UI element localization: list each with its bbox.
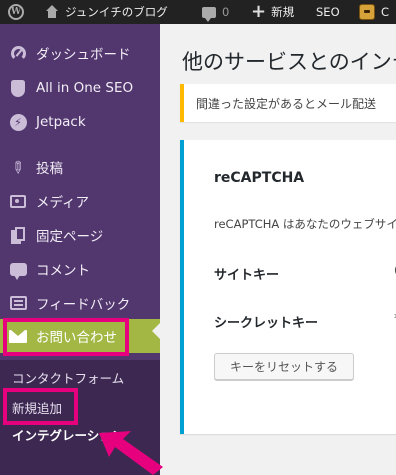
- menu-dashboard-label: ダッシュボード: [36, 47, 131, 63]
- menu-pages[interactable]: 固定ページ: [0, 218, 160, 252]
- pages-icon: [11, 226, 25, 244]
- pin-icon: ✎: [6, 155, 30, 179]
- recaptcha-card: reCAPTCHA reCAPTCHA はあなたのウェブサイトをスパムから守りま…: [180, 140, 396, 434]
- recaptcha-title: reCAPTCHA: [214, 170, 305, 186]
- mail-icon: [9, 329, 27, 343]
- menu-jetpack[interactable]: ⚡ Jetpack: [0, 105, 160, 139]
- new-content-link[interactable]: + 新規: [251, 0, 294, 24]
- submenu-contact-forms[interactable]: コンタクトフォーム: [12, 368, 124, 387]
- menu-feedback-label: フィードバック: [36, 297, 131, 313]
- user-avatar-icon: [359, 4, 375, 20]
- menu-feedback[interactable]: フィードバック: [0, 286, 160, 320]
- menu-jetpack-label: Jetpack: [36, 114, 86, 130]
- comment-icon: [202, 6, 216, 22]
- wordpress-icon: W: [8, 4, 24, 20]
- jetpack-icon: ⚡: [9, 113, 27, 131]
- menu-contact-label: お問い合わせ: [36, 330, 117, 346]
- media-icon: [10, 194, 26, 208]
- home-icon: [45, 5, 59, 19]
- site-key-label: サイトキー: [214, 268, 280, 283]
- menu-dashboard[interactable]: ダッシュボード: [0, 36, 160, 70]
- menu-posts-label: 投稿: [36, 161, 63, 177]
- new-label: 新規: [271, 5, 295, 19]
- menu-pages-label: 固定ページ: [36, 229, 104, 245]
- menu-comments[interactable]: コメント: [0, 252, 160, 286]
- reset-keys-button[interactable]: キーをリセットする: [214, 353, 354, 380]
- menu-contact[interactable]: お問い合わせ: [0, 319, 160, 353]
- notice-text: 間違った設定があるとメール配送: [196, 97, 377, 111]
- submenu-add-new[interactable]: 新規追加: [12, 398, 62, 417]
- recaptcha-description: reCAPTCHA はあなたのウェブサイトをスパムから守ります: [214, 217, 396, 231]
- site-name: ジュンイチのブログ: [65, 5, 168, 19]
- secret-key-label: シークレットキー: [214, 316, 319, 331]
- menu-seo-label: All in One SEO: [36, 80, 134, 96]
- gauge-icon: [10, 45, 27, 62]
- shield-icon: [11, 79, 25, 97]
- seo-link[interactable]: SEO: [316, 0, 340, 24]
- site-name-link[interactable]: ジュンイチのブログ: [45, 0, 168, 24]
- main-content: 他のサービスとのインテグレーション 間違った設定があるとメール配送 reCAPT…: [160, 24, 396, 475]
- page-title: 他のサービスとのインテグレーション: [182, 50, 396, 74]
- user-label: C: [381, 5, 390, 19]
- menu-comments-label: コメント: [36, 263, 90, 279]
- seo-label: SEO: [316, 5, 340, 19]
- comments-link[interactable]: 0: [202, 0, 229, 24]
- admin-bar: W ジュンイチのブログ 0 + 新規 SEO C: [0, 0, 396, 24]
- menu-media[interactable]: メディア: [0, 184, 160, 218]
- menu-media-label: メディア: [36, 195, 90, 211]
- user-account-link[interactable]: C: [359, 0, 389, 24]
- wordpress-logo[interactable]: W: [8, 0, 24, 24]
- feedback-icon: [9, 296, 27, 310]
- current-menu-arrow: [152, 323, 160, 339]
- warning-notice: 間違った設定があるとメール配送: [180, 84, 396, 122]
- menu-all-in-one-seo[interactable]: All in One SEO: [0, 71, 160, 105]
- plus-icon: +: [251, 1, 267, 22]
- menu-posts[interactable]: ✎ 投稿: [0, 150, 160, 184]
- comment-icon: [9, 262, 27, 280]
- comments-count: 0: [222, 5, 230, 19]
